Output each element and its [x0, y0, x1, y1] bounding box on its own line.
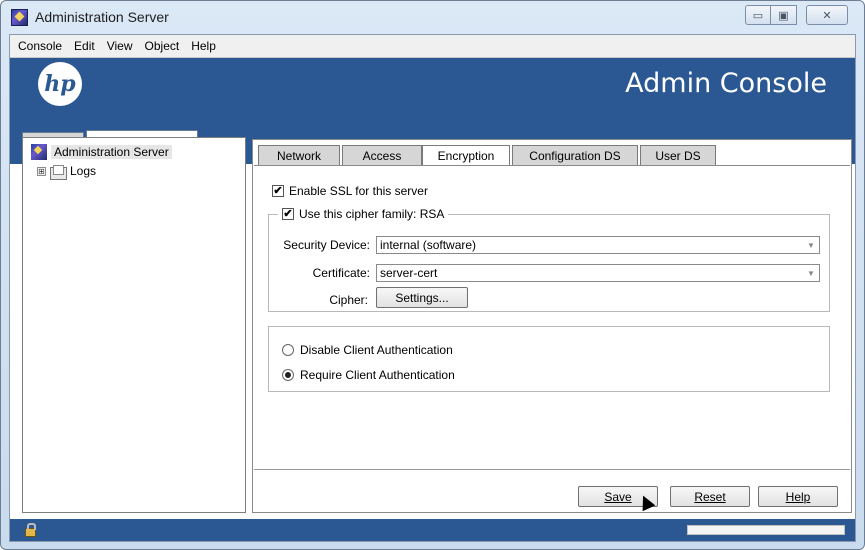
- enable-ssl-checkbox[interactable]: ✔: [272, 185, 284, 197]
- tab-configuration-ds[interactable]: Configuration DS: [512, 145, 638, 165]
- security-device-select[interactable]: internal (software) ▼: [376, 236, 820, 254]
- expand-icon[interactable]: ⊞: [37, 166, 46, 176]
- menu-help[interactable]: Help: [189, 38, 218, 54]
- maximize-button[interactable]: ▣: [771, 5, 797, 25]
- enable-ssl-checkbox-row[interactable]: ✔ Enable SSL for this server: [272, 184, 428, 198]
- cipher-settings-button[interactable]: Settings...: [376, 287, 468, 308]
- tab-access[interactable]: Access: [342, 145, 422, 165]
- menu-view[interactable]: View: [105, 38, 135, 54]
- button-separator: [254, 469, 850, 470]
- certificate-label: Certificate:: [312, 266, 370, 280]
- security-device-value: internal (software): [380, 238, 477, 252]
- tab-user-ds[interactable]: User DS: [640, 145, 716, 165]
- cipher-family-checkbox-row[interactable]: ✔ Use this cipher family: RSA: [278, 207, 449, 221]
- lock-icon: [22, 523, 36, 537]
- logs-folder-icon: [50, 164, 67, 180]
- disable-client-auth-option[interactable]: Disable Client Authentication: [282, 343, 453, 357]
- require-client-auth-radio[interactable]: [282, 369, 294, 381]
- status-progress-bar: [687, 525, 845, 535]
- app-icon: [11, 9, 28, 26]
- enable-ssl-label: Enable SSL for this server: [289, 184, 428, 198]
- tree-item-label: Logs: [70, 164, 97, 178]
- tree-item-administration-server[interactable]: Administration Server: [31, 144, 172, 160]
- tab-network[interactable]: Network: [258, 145, 340, 165]
- window-title: Administration Server: [35, 9, 169, 25]
- encryption-content: ✔ Enable SSL for this server ✔ Use this …: [254, 165, 850, 469]
- menu-console[interactable]: Console: [16, 38, 64, 54]
- tree-item-logs[interactable]: ⊞ Logs: [37, 164, 97, 180]
- cipher-family-label: Use this cipher family: RSA: [299, 207, 445, 221]
- client-auth-group: [268, 326, 830, 392]
- reset-button[interactable]: Reset: [670, 486, 750, 507]
- help-button[interactable]: Help: [758, 486, 838, 507]
- hp-logo-icon: hp: [38, 62, 82, 106]
- logo-text: hp: [44, 71, 76, 97]
- close-button[interactable]: ✕: [806, 5, 848, 25]
- require-client-auth-option[interactable]: Require Client Authentication: [282, 368, 455, 382]
- disable-client-auth-label: Disable Client Authentication: [300, 343, 453, 357]
- certificate-select[interactable]: server-cert ▼: [376, 264, 820, 282]
- title-bar[interactable]: Administration Server ▭ ▣ ✕: [1, 1, 864, 34]
- minimize-button[interactable]: ▭: [745, 5, 771, 25]
- chevron-down-icon[interactable]: ▼: [804, 266, 818, 280]
- banner-title: Admin Console: [625, 68, 827, 99]
- certificate-value: server-cert: [380, 266, 438, 280]
- disable-client-auth-radio[interactable]: [282, 344, 294, 356]
- cipher-family-checkbox[interactable]: ✔: [282, 208, 294, 220]
- cipher-label: Cipher:: [329, 293, 368, 307]
- tab-encryption[interactable]: Encryption: [422, 145, 510, 166]
- status-bar: [10, 519, 855, 541]
- chevron-down-icon[interactable]: ▼: [804, 238, 818, 252]
- client-area: Console Edit View Object Help hp Admin C…: [9, 34, 856, 542]
- menu-edit[interactable]: Edit: [72, 38, 97, 54]
- navigation-tree: Administration Server ⊞ Logs: [22, 137, 246, 513]
- save-label: Save: [604, 489, 632, 504]
- application-window: Administration Server ▭ ▣ ✕ Console Edit…: [0, 0, 865, 550]
- tree-item-label: Administration Server: [51, 145, 172, 159]
- help-label: Help: [785, 489, 811, 504]
- security-device-label: Security Device:: [283, 238, 370, 252]
- reset-label: Reset: [694, 489, 726, 504]
- menu-object[interactable]: Object: [143, 38, 182, 54]
- menu-bar: Console Edit View Object Help: [10, 35, 855, 58]
- admin-server-icon: [31, 144, 47, 160]
- require-client-auth-label: Require Client Authentication: [300, 368, 455, 382]
